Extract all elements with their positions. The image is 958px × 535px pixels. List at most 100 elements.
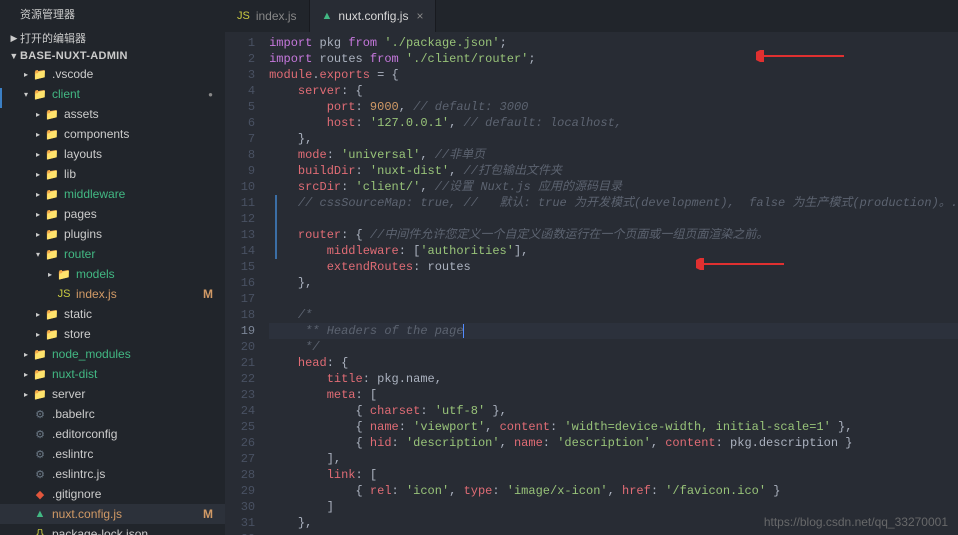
line-number: 7 — [225, 131, 255, 147]
code-line[interactable]: import routes from './client/router'; — [269, 51, 958, 67]
code-line[interactable]: meta: [ — [269, 387, 958, 403]
line-number: 27 — [225, 451, 255, 467]
code-line[interactable]: ], — [269, 451, 958, 467]
editor-tab[interactable]: ▲nuxt.config.js× — [310, 0, 437, 32]
tree-label: .editorconfig — [52, 427, 117, 441]
js-icon: JS — [237, 10, 250, 22]
folder-item[interactable]: ▸📁plugins — [0, 224, 225, 244]
config-icon: ⚙ — [32, 408, 48, 421]
folder-item[interactable]: ▸📁node_modules — [0, 344, 225, 364]
js-icon: JS — [56, 288, 72, 300]
tab-label: index.js — [256, 9, 297, 23]
editor-tab[interactable]: JS index.js — [225, 0, 310, 32]
code-line[interactable] — [269, 291, 958, 307]
code-line[interactable]: router: { //中间件允许您定义一个自定义函数运行在一个页面或一组页面渲… — [269, 227, 958, 243]
file-item[interactable]: ⚙.eslintrc.js — [0, 464, 225, 484]
chevron-down-icon: ▼ — [8, 51, 20, 61]
code-line[interactable]: extendRoutes: routes — [269, 259, 958, 275]
json-icon: {} — [32, 528, 48, 535]
line-number: 9 — [225, 163, 255, 179]
code-line[interactable]: middleware: ['authorities'], — [269, 243, 958, 259]
folder-item[interactable]: ▸📁pages — [0, 204, 225, 224]
line-number: 5 — [225, 99, 255, 115]
code-line[interactable]: import pkg from './package.json'; — [269, 35, 958, 51]
line-number: 17 — [225, 291, 255, 307]
code-line[interactable]: { rel: 'icon', type: 'image/x-icon', hre… — [269, 483, 958, 499]
folder-item[interactable]: ▸📁assets — [0, 104, 225, 124]
folder-item[interactable]: ▸📁.vscode — [0, 64, 225, 84]
folder-icon: 📁 — [32, 68, 48, 81]
code-line[interactable]: { hid: 'description', name: 'description… — [269, 435, 958, 451]
line-number: 29 — [225, 483, 255, 499]
explorer-title: 资源管理器 — [0, 0, 225, 28]
code-content[interactable]: import pkg from './package.json';import … — [269, 32, 958, 535]
workspace-section[interactable]: ▼ BASE-NUXT-ADMIN — [0, 48, 225, 64]
file-item[interactable]: ⚙.eslintrc — [0, 444, 225, 464]
file-item[interactable]: ▲nuxt.config.jsM — [0, 504, 225, 524]
folder-item[interactable]: ▸📁static — [0, 304, 225, 324]
code-line[interactable]: */ — [269, 339, 958, 355]
code-line[interactable]: }, — [269, 131, 958, 147]
file-item[interactable]: ⚙.babelrc — [0, 404, 225, 424]
folder-icon: 📁 — [44, 188, 60, 201]
line-number: 10 — [225, 179, 255, 195]
code-line[interactable]: port: 9000, // default: 3000 — [269, 99, 958, 115]
folder-icon: 📁 — [32, 388, 48, 401]
line-number: 8 — [225, 147, 255, 163]
folder-grey-icon: 📁 — [32, 348, 48, 361]
code-line[interactable]: mode: 'universal', //非单页 — [269, 147, 958, 163]
line-number: 20 — [225, 339, 255, 355]
folder-item[interactable]: ▸📁nuxt-dist — [0, 364, 225, 384]
folder-cyan-icon: 📁 — [44, 128, 60, 141]
code-line[interactable]: }, — [269, 275, 958, 291]
chevron-icon: ▾ — [32, 250, 44, 259]
file-item[interactable]: {}package-lock.json — [0, 524, 225, 535]
folder-item[interactable]: ▸📁server — [0, 384, 225, 404]
code-line[interactable]: // cssSourceMap: true, // 默认: true 为开发模式… — [269, 195, 958, 211]
nuxt-icon: ▲ — [32, 508, 48, 520]
folder-item[interactable]: ▸📁components — [0, 124, 225, 144]
tree-label: node_modules — [52, 347, 131, 361]
open-editors-section[interactable]: ▶ 打开的编辑器 — [0, 28, 225, 48]
file-item[interactable]: JSindex.jsM — [0, 284, 225, 304]
code-line[interactable]: host: '127.0.0.1', // default: localhost… — [269, 115, 958, 131]
file-item[interactable]: ⚙.editorconfig — [0, 424, 225, 444]
folder-item[interactable]: ▾📁client● — [0, 84, 225, 104]
code-line[interactable]: { charset: 'utf-8' }, — [269, 403, 958, 419]
folder-item[interactable]: ▸📁models — [0, 264, 225, 284]
code-line[interactable]: server: { — [269, 83, 958, 99]
modified-badge: M — [203, 287, 217, 301]
code-line[interactable]: /* — [269, 307, 958, 323]
folder-item[interactable]: ▸📁lib — [0, 164, 225, 184]
explorer-sidebar: 资源管理器 ▶ 打开的编辑器 ▼ BASE-NUXT-ADMIN ▸📁.vsco… — [0, 0, 225, 535]
close-icon[interactable]: × — [416, 9, 423, 23]
code-line[interactable] — [269, 531, 958, 535]
folder-item[interactable]: ▾📁router — [0, 244, 225, 264]
line-number: 18 — [225, 307, 255, 323]
code-line[interactable]: head: { — [269, 355, 958, 371]
line-number: 22 — [225, 371, 255, 387]
tree-label: lib — [64, 167, 76, 181]
config-icon: ⚙ — [32, 448, 48, 461]
folder-item[interactable]: ▸📁store — [0, 324, 225, 344]
code-line[interactable]: buildDir: 'nuxt-dist', //打包输出文件夹 — [269, 163, 958, 179]
folder-item[interactable]: ▸📁layouts — [0, 144, 225, 164]
code-line[interactable]: { name: 'viewport', content: 'width=devi… — [269, 419, 958, 435]
folder-icon: 📁 — [44, 328, 60, 341]
chevron-icon: ▸ — [20, 70, 32, 79]
folder-icon: 📁 — [44, 208, 60, 221]
code-line[interactable]: title: pkg.name, — [269, 371, 958, 387]
code-line[interactable] — [269, 211, 958, 227]
code-line[interactable]: ] — [269, 499, 958, 515]
code-area[interactable]: 1234567891011121314151617181920212223242… — [225, 32, 958, 535]
code-line[interactable]: ** Headers of the page — [269, 323, 958, 339]
code-line[interactable]: srcDir: 'client/', //设置 Nuxt.js 应用的源码目录 — [269, 179, 958, 195]
code-line[interactable]: module.exports = { — [269, 67, 958, 83]
tree-label: assets — [64, 107, 99, 121]
line-number: 25 — [225, 419, 255, 435]
line-number: 11 — [225, 195, 255, 211]
file-item[interactable]: ◆.gitignore — [0, 484, 225, 504]
folder-item[interactable]: ▸📁middleware — [0, 184, 225, 204]
modified-badge: M — [203, 507, 217, 521]
code-line[interactable]: link: [ — [269, 467, 958, 483]
